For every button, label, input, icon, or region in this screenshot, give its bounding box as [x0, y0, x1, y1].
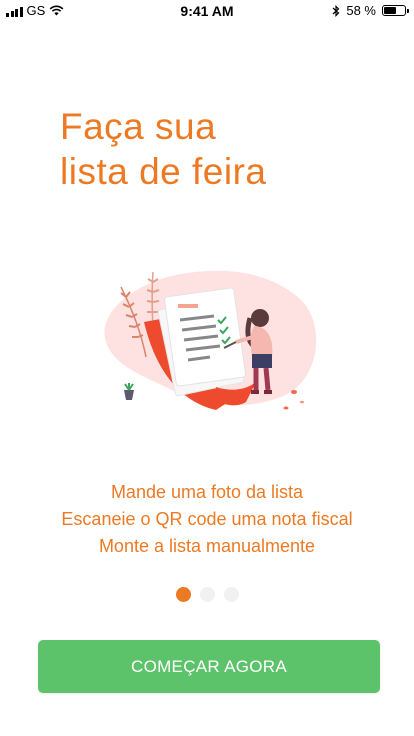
pager-dot-2[interactable] — [199, 587, 215, 602]
status-bar: GS 9:41 AM 58 % — [0, 0, 414, 22]
start-now-button[interactable]: COMEÇAR AGORA — [38, 640, 380, 693]
feature-item-manual: Monte a lista manualmente — [98, 536, 316, 556]
battery-fill — [384, 7, 396, 14]
battery-percent: 58 % — [346, 3, 376, 18]
battery-icon — [382, 5, 409, 16]
shopping-list-illustration — [104, 270, 317, 410]
feature-list: Mande uma foto da lista Escaneie o QR co… — [0, 479, 414, 560]
feature-item-photo: Mande uma foto da lista — [110, 482, 304, 502]
pager-dots[interactable] — [0, 587, 414, 602]
onboarding-title: Faça sua lista de feira — [60, 104, 267, 194]
feature-item-qr-code: Escaneie o QR code uma nota fiscal — [61, 509, 353, 529]
title-line-2: lista de feira — [60, 151, 267, 192]
bluetooth-icon — [332, 4, 340, 17]
status-right: 58 % — [332, 3, 409, 18]
title-line-1: Faça sua — [60, 106, 217, 147]
pager-dot-3[interactable] — [223, 587, 239, 602]
pager-dot-1[interactable] — [175, 587, 191, 602]
